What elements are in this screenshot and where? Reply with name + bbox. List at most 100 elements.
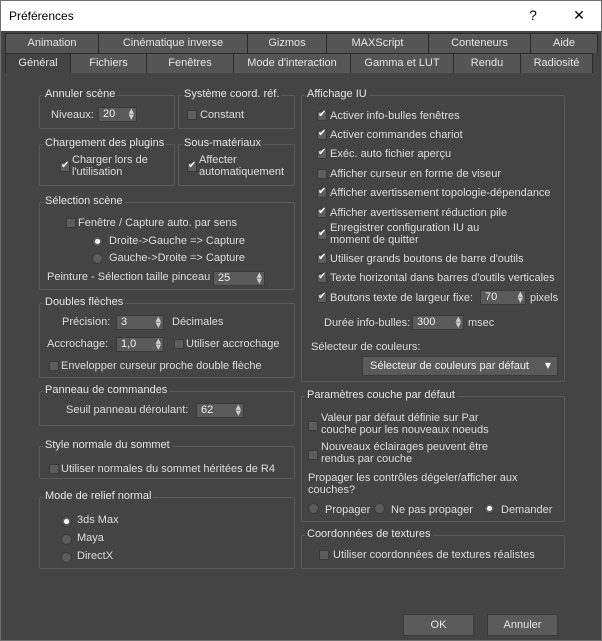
chevron-down-icon: ▼: [544, 361, 551, 370]
load-on-use-checkbox[interactable]: [60, 160, 70, 172]
undo-title: Annuler scène: [43, 88, 118, 100]
cmdpanel-title: Panneau de commandes: [43, 384, 170, 396]
assign-auto-checkbox[interactable]: [187, 160, 197, 172]
spinner-arrows-icon[interactable]: ▲ ▼: [129, 108, 134, 121]
undo-levels-spinner[interactable]: 20 ▲ ▼: [98, 107, 137, 122]
spinner-arrows-icon[interactable]: ▲ ▼: [156, 316, 161, 329]
save-ui-config-checkbox[interactable]: [317, 228, 327, 240]
bump-directx-radio[interactable]: [61, 552, 72, 563]
color-picker-dropdown[interactable]: Sélecteur de couleurs par défaut ▼: [362, 356, 558, 376]
viewport-tooltips-checkbox[interactable]: [317, 109, 327, 121]
dolly-controls-checkbox[interactable]: [317, 128, 327, 140]
tooltip-delay-label: Durée info-bulles:: [324, 317, 411, 329]
help-icon[interactable]: ?: [510, 0, 556, 31]
bump-3dsmax-radio[interactable]: [61, 516, 72, 527]
spinner-arrows-icon[interactable]: ▲ ▼: [236, 404, 241, 417]
tooltip-delay-spinner[interactable]: 300 ▲ ▼: [412, 315, 464, 330]
tab-general[interactable]: Général: [5, 53, 71, 73]
snap-spinner[interactable]: 1,0 ▲ ▼: [116, 337, 164, 352]
bump-maya-label: Maya: [77, 532, 104, 544]
ui-display-group: Affichage IU Activer info-bulles fenêtre…: [301, 88, 565, 382]
propagate-label: Propager: [325, 504, 371, 516]
selection-title: Sélection scène: [43, 195, 125, 207]
vertex-normals-title: Style normale du sommet: [43, 439, 172, 451]
wrap-cursor-label: Envelopper curseur proche double flèche: [61, 360, 262, 372]
no-propagate-radio[interactable]: [374, 503, 385, 514]
brush-size-value: 25: [218, 272, 231, 284]
tab-rendering[interactable]: Rendu: [453, 53, 521, 73]
spinners-group: Doubles flèches Précision: 3 ▲ ▼ Décimale…: [39, 296, 295, 378]
stack-collapse-warning-checkbox[interactable]: [317, 206, 327, 218]
save-ui-config-label: Enregistrer configuration IU au moment d…: [330, 222, 480, 246]
spinner-arrows-icon[interactable]: ▲ ▼: [456, 316, 461, 329]
coord-group: Système coord. réf. Constant: [178, 88, 295, 129]
left-right-radio[interactable]: [92, 253, 103, 264]
submaterials-group: Sous-matériaux Affecter automatiquement: [178, 137, 295, 186]
brush-size-spinner[interactable]: 25 ▲ ▼: [213, 271, 265, 286]
precision-spinner[interactable]: 3 ▲ ▼: [116, 315, 164, 330]
autoplay-preview-checkbox[interactable]: [317, 147, 327, 159]
auto-window-checkbox[interactable]: [66, 218, 76, 228]
tab-row-top: Animation Cinématique inverse Gizmos MAX…: [5, 33, 598, 53]
tab-radiosity[interactable]: Radiosité: [520, 53, 593, 73]
horizontal-text-label: Texte horizontal dans barres d'outils ve…: [330, 272, 555, 284]
crosshair-cursor-label: Afficher curseur en forme de viseur: [330, 168, 501, 180]
bump-maya-radio[interactable]: [61, 534, 72, 545]
legacy-normals-checkbox[interactable]: [49, 464, 59, 474]
spinner-arrows-icon[interactable]: ▲ ▼: [518, 291, 523, 304]
fixed-width-buttons-label: Boutons texte de largeur fixe:: [330, 292, 474, 304]
crosshair-cursor-checkbox[interactable]: [317, 169, 327, 179]
tab-help[interactable]: Aide: [530, 33, 598, 53]
fixed-width-buttons-checkbox[interactable]: [317, 291, 327, 303]
use-snap-checkbox[interactable]: [174, 339, 184, 349]
tab-ik[interactable]: Cinématique inverse: [98, 33, 248, 53]
horizontal-text-checkbox[interactable]: [317, 271, 327, 283]
texture-coords-title: Coordonnées de textures: [305, 528, 433, 540]
title-bar: Préférences ? ✕: [0, 0, 602, 31]
topology-warning-label: Afficher avertissement topologie-dépenda…: [330, 187, 551, 199]
close-icon[interactable]: ✕: [556, 0, 602, 31]
constant-checkbox[interactable]: [187, 110, 197, 120]
ok-button[interactable]: OK: [403, 614, 474, 636]
color-picker-value: Sélecteur de couleurs par défaut: [370, 360, 529, 372]
spinners-title: Doubles flèches: [43, 296, 126, 308]
lights-bylayer-checkbox[interactable]: [308, 450, 318, 460]
tab-gamma-lut[interactable]: Gamma et LUT: [350, 53, 454, 73]
bylayer-default-checkbox[interactable]: [308, 421, 318, 431]
realworld-coords-label: Utiliser coordonnées de textures réalist…: [333, 549, 535, 561]
plugins-title: Chargement des plugins: [43, 137, 167, 149]
texture-coords-group: Coordonnées de textures Utiliser coordon…: [301, 528, 565, 569]
tab-viewports[interactable]: Fenêtres: [146, 53, 234, 73]
tab-interaction-mode[interactable]: Mode d'interaction: [233, 53, 351, 73]
ask-radio[interactable]: [484, 503, 495, 514]
precision-label: Précision:: [62, 316, 111, 328]
snap-label: Accrochage:: [47, 338, 109, 350]
coord-title: Système coord. réf.: [182, 88, 282, 100]
tab-containers[interactable]: Conteneurs: [428, 33, 531, 53]
button-width-value: 70: [485, 291, 498, 303]
cancel-button[interactable]: Annuler: [487, 614, 558, 636]
left-right-label: Gauche->Droite => Capture: [109, 252, 246, 264]
tab-files[interactable]: Fichiers: [70, 53, 147, 73]
right-left-radio[interactable]: [92, 236, 103, 247]
realworld-coords-checkbox[interactable]: [319, 550, 329, 560]
wrap-cursor-checkbox[interactable]: [49, 361, 59, 371]
topology-warning-checkbox[interactable]: [317, 186, 327, 198]
selection-group: Sélection scène Fenêtre / Capture auto. …: [39, 195, 295, 290]
assign-auto-label: Affecter automatiquement: [199, 154, 284, 178]
brush-size-label: Peinture - Sélection taille pinceau: [47, 271, 211, 283]
spinner-arrows-icon[interactable]: ▲ ▼: [257, 272, 262, 285]
tab-gizmos[interactable]: Gizmos: [247, 33, 327, 53]
rollout-threshold-spinner[interactable]: 62 ▲ ▼: [196, 403, 244, 418]
spinner-arrows-icon[interactable]: ▲ ▼: [156, 338, 161, 351]
constant-label: Constant: [200, 109, 245, 121]
button-width-spinner[interactable]: 70 ▲ ▼: [480, 290, 526, 305]
rollout-threshold-value: 62: [201, 404, 214, 416]
rollout-threshold-label: Seuil panneau déroulant:: [66, 404, 189, 416]
legacy-normals-label: Utiliser normales du sommet héritées de …: [61, 463, 275, 475]
tab-animation[interactable]: Animation: [5, 33, 99, 53]
large-toolbar-buttons-checkbox[interactable]: [317, 252, 327, 264]
propagate-radio[interactable]: [308, 503, 319, 514]
tab-maxscript[interactable]: MAXScript: [326, 33, 429, 53]
plugins-group: Chargement des plugins Charger lors de l…: [39, 137, 175, 186]
